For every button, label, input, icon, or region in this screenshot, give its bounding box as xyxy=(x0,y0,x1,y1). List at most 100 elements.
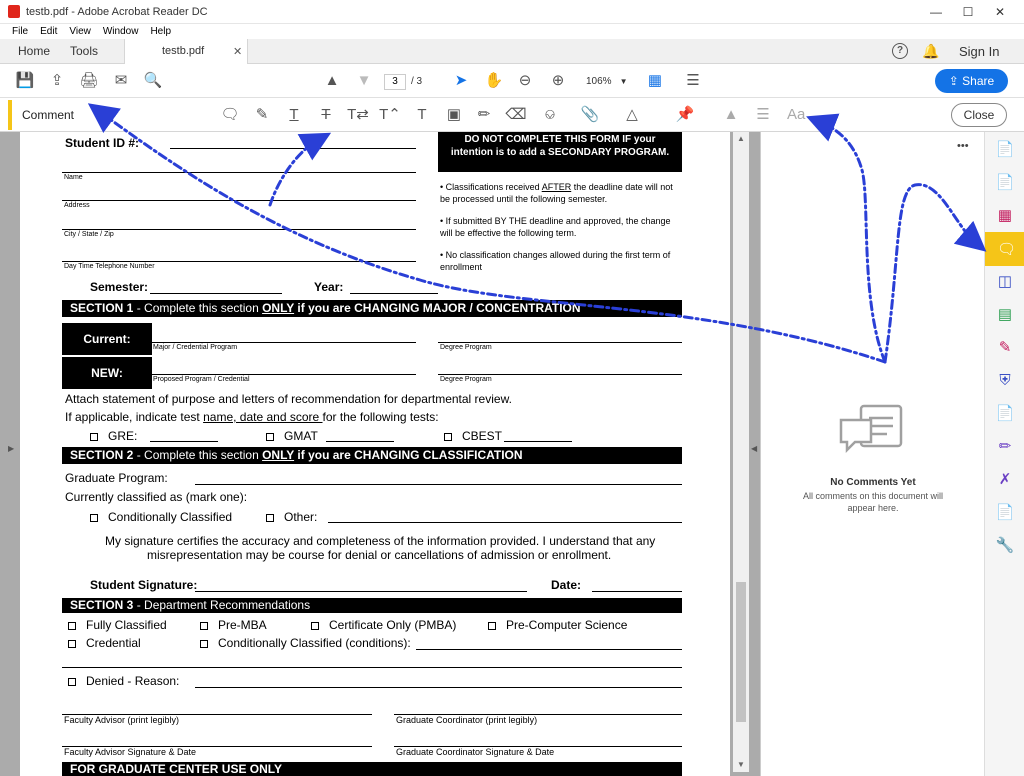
add-text-icon[interactable]: T xyxy=(409,102,435,128)
comment-tool-active[interactable]: 🗨 xyxy=(985,232,1024,266)
organize-pages-icon[interactable]: ▦ xyxy=(993,204,1017,228)
pin-icon[interactable]: 📌 xyxy=(672,102,698,128)
share-button[interactable]: ⇪ Share xyxy=(935,69,1008,93)
comment-toolbar: Comment 🗨 ✎ T T T⇄ T⌃ T ▣ ✏ ⌫ ⎉ 📎 △ 📌 ▲ … xyxy=(0,98,1024,132)
vertical-scrollbar[interactable]: ▲ ▼ xyxy=(733,132,749,772)
cond-classified-checkbox[interactable] xyxy=(90,513,98,522)
left-collapse-icon[interactable]: ▶ xyxy=(8,444,14,453)
more-tools-icon[interactable]: 🔧 xyxy=(993,534,1017,558)
menu-window[interactable]: Window xyxy=(103,24,139,39)
insert-text-icon[interactable]: T⌃ xyxy=(377,102,403,128)
attach-icon[interactable]: 📎 xyxy=(577,102,603,128)
edit-pdf-icon[interactable]: ▤ xyxy=(993,303,1017,327)
bell-icon[interactable]: 🔔 xyxy=(922,43,939,60)
next-page-icon[interactable]: ▼ xyxy=(351,68,377,94)
line-weight-icon[interactable]: ☰ xyxy=(750,102,776,128)
highlight-icon[interactable]: ✎ xyxy=(249,102,275,128)
export-pdf-icon[interactable]: 📄 xyxy=(993,138,1017,162)
prev-page-icon[interactable]: ▲ xyxy=(319,68,345,94)
document-viewer[interactable]: ▶ Student ID #: Name Address City / Stat… xyxy=(0,132,760,776)
denied-checkbox[interactable] xyxy=(68,677,76,686)
gre-checkbox[interactable] xyxy=(90,432,98,441)
print-icon[interactable]: 🖨 xyxy=(76,68,102,94)
section-1-only: ONLY xyxy=(262,301,295,315)
minimize-button[interactable]: — xyxy=(922,2,950,22)
scroll-up-icon[interactable]: ▲ xyxy=(737,134,745,143)
menu-file[interactable]: File xyxy=(12,24,28,39)
zoom-in-icon[interactable]: ⊕ xyxy=(545,68,571,94)
more-options-icon[interactable]: ••• xyxy=(957,140,969,152)
save-icon[interactable]: 💾 xyxy=(12,68,38,94)
tab-tools[interactable]: Tools xyxy=(70,39,98,64)
send-track-icon[interactable]: 📄 xyxy=(993,501,1017,525)
phone-label: Day Time Telephone Number xyxy=(64,263,155,270)
menu-view[interactable]: View xyxy=(69,24,91,39)
eraser-icon[interactable]: ⌫ xyxy=(503,102,529,128)
cbest-checkbox[interactable] xyxy=(444,432,452,441)
conditions-line-2 xyxy=(62,667,682,668)
pencil-icon[interactable]: ✏ xyxy=(471,102,497,128)
page-number-input[interactable]: 3 xyxy=(384,74,406,90)
find-icon[interactable]: 🔍 xyxy=(140,68,166,94)
tab-home[interactable]: Home xyxy=(18,39,50,64)
close-comment-button[interactable]: Close xyxy=(951,103,1007,127)
pdf-pack-icon[interactable]: 📄 xyxy=(993,402,1017,426)
strikethrough-icon[interactable]: T xyxy=(313,102,339,128)
protect-icon[interactable]: ⛨ xyxy=(993,369,1017,393)
degree-line xyxy=(438,342,682,343)
panel-collapse-icon[interactable]: ◀ xyxy=(751,444,757,453)
maximize-button[interactable]: ☐ xyxy=(954,2,982,22)
fill-sign-icon[interactable]: ✎ xyxy=(993,336,1017,360)
comment-tool-icon: 🗨 xyxy=(997,241,1017,258)
other-checkbox[interactable] xyxy=(266,513,274,522)
scroll-down-icon[interactable]: ▼ xyxy=(737,760,745,769)
email-icon[interactable]: ✉ xyxy=(108,68,134,94)
zoom-select[interactable]: 106% ▼ xyxy=(580,74,628,90)
text-box-icon[interactable]: ▣ xyxy=(441,102,467,128)
fill-color-icon[interactable]: ▲ xyxy=(718,102,744,128)
fac-adv-label: Faculty Advisor (print legibly) xyxy=(64,715,180,725)
fully-classified-checkbox[interactable] xyxy=(68,621,76,630)
scroll-mode-icon[interactable]: ☰ xyxy=(680,68,706,94)
shapes-icon[interactable]: △ xyxy=(619,102,645,128)
note-1-a: • Classifications received xyxy=(440,182,542,192)
page-count: / 3 xyxy=(411,76,423,87)
sign-in-link[interactable]: Sign In xyxy=(959,44,999,59)
close-tab-icon[interactable]: ✕ xyxy=(233,45,242,58)
stamp-icon[interactable]: ⎉ xyxy=(537,102,563,128)
cond-conditions-checkbox[interactable] xyxy=(200,639,208,648)
help-icon[interactable]: ? xyxy=(892,43,908,59)
note-1: • Classifications received AFTER the dea… xyxy=(440,181,680,205)
pre-mba-checkbox[interactable] xyxy=(200,621,208,630)
menu-help[interactable]: Help xyxy=(150,24,171,39)
credential-checkbox[interactable] xyxy=(68,639,76,648)
send-sign-icon[interactable]: ✗ xyxy=(993,468,1017,492)
other-line xyxy=(328,522,682,523)
combine-files-icon[interactable]: ◫ xyxy=(993,270,1017,294)
close-window-button[interactable]: ✕ xyxy=(986,2,1014,22)
tab-document[interactable]: testb.pdf ✕ xyxy=(124,39,248,65)
section-2-only: ONLY xyxy=(262,448,295,462)
upload-icon[interactable]: ⇪ xyxy=(44,68,70,94)
gmat-row: GMAT xyxy=(266,429,318,443)
sign-icon[interactable]: ✏ xyxy=(993,435,1017,459)
year-label: Year: xyxy=(314,280,344,294)
certify-line-2: misrepresentation may be course for deni… xyxy=(147,548,612,562)
replace-text-icon[interactable]: T⇄ xyxy=(345,102,371,128)
select-tool-icon[interactable]: ➤ xyxy=(448,68,474,94)
sticky-note-icon[interactable]: 🗨 xyxy=(217,102,243,128)
city-label: City / State / Zip xyxy=(64,231,114,238)
cert-only-checkbox[interactable] xyxy=(311,621,319,630)
gmat-checkbox[interactable] xyxy=(266,432,274,441)
scroll-thumb[interactable] xyxy=(736,582,746,722)
tools-rail: 📄 📄 ▦ 🗨 ◫ ▤ ✎ ⛨ 📄 ✏ ✗ 📄 🔧 xyxy=(984,132,1024,776)
menu-edit[interactable]: Edit xyxy=(40,24,57,39)
cond-classified-label: Conditionally Classified xyxy=(108,510,233,524)
font-size-label[interactable]: Aa xyxy=(787,106,805,123)
zoom-out-icon[interactable]: ⊖ xyxy=(512,68,538,94)
hand-tool-icon[interactable]: ✋ xyxy=(481,68,507,94)
underline-text-icon[interactable]: T xyxy=(281,102,307,128)
create-pdf-icon[interactable]: 📄 xyxy=(993,171,1017,195)
fit-page-icon[interactable]: ▦ xyxy=(642,68,668,94)
pre-cs-checkbox[interactable] xyxy=(488,621,496,630)
